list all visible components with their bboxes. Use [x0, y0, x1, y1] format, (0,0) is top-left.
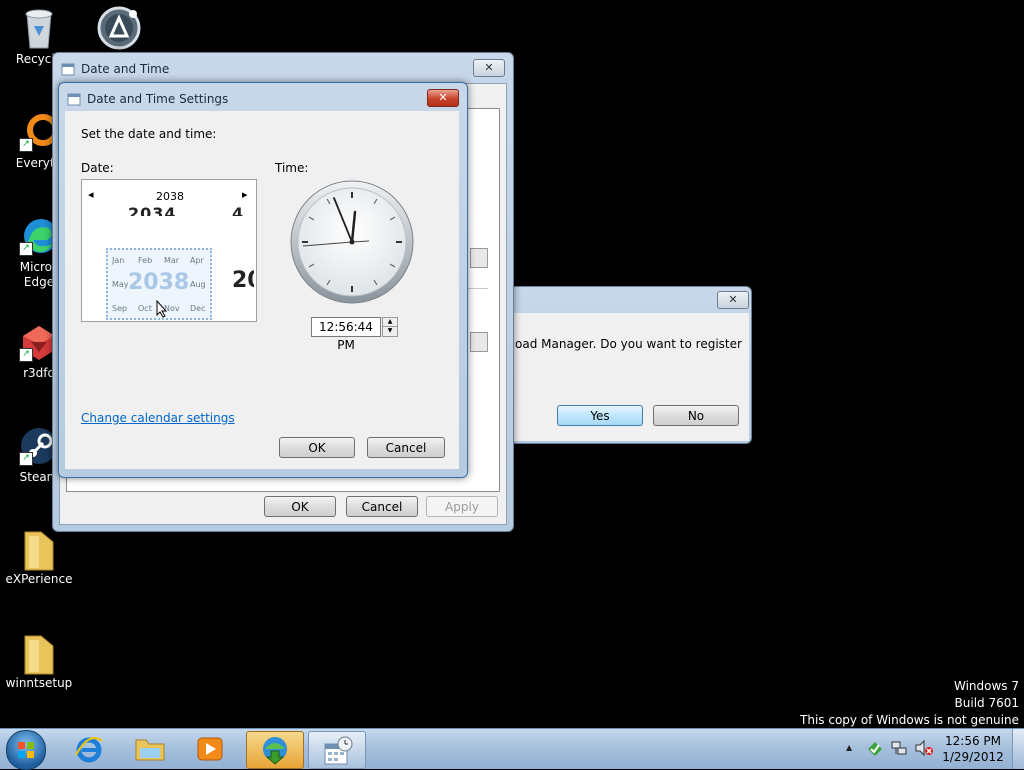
app-logo-icon	[97, 6, 141, 50]
watermark-line-1: Windows 7	[953, 679, 1019, 693]
settings-dialog-title: Date and Time Settings	[87, 92, 229, 106]
month-cell[interactable]: Sep	[112, 304, 127, 313]
popup-message: oad Manager. Do you want to register	[515, 337, 742, 351]
change-calendar-settings-link[interactable]: Change calendar settings	[81, 411, 235, 425]
folder-icon	[19, 632, 59, 675]
yes-button[interactable]: Yes	[557, 405, 643, 426]
taskbar-ie-button[interactable]	[62, 731, 118, 767]
apply-button[interactable]: Apply	[426, 496, 498, 517]
calendar-ghost-fragment: 4	[232, 204, 244, 216]
month-cell[interactable]: Jan	[112, 256, 124, 265]
calendar-zoom-year: 2038	[128, 270, 190, 295]
watermark-line-3: This copy of Windows is not genuine	[800, 713, 1019, 727]
calendar-prev-icon[interactable]: ◂	[88, 188, 94, 201]
settings-dialog-client: Set the date and time: Date: Time: ◂ 203…	[65, 111, 459, 469]
desktop-icon-app[interactable]	[78, 6, 156, 50]
month-cell[interactable]: Dec	[190, 304, 205, 313]
date-time-window-icon	[61, 62, 75, 79]
file-explorer-icon	[134, 736, 166, 765]
popup-close-button[interactable]: ✕	[717, 291, 749, 309]
month-cell[interactable]: Aug	[190, 280, 206, 289]
shortcut-arrow-icon: ↗	[19, 242, 33, 256]
calendar-next-icon[interactable]: ▸	[242, 188, 248, 201]
tray-network-icon[interactable]	[890, 739, 908, 760]
partial-button-2[interactable]	[470, 332, 488, 352]
start-button[interactable]	[6, 730, 46, 770]
ok-button-back[interactable]: OK	[264, 496, 336, 517]
desktop-icon-experience-folder[interactable]: eXPerience	[0, 528, 78, 587]
analog-clock	[289, 179, 415, 308]
cancel-button[interactable]: Cancel	[367, 437, 445, 458]
month-cell[interactable]: Mar	[164, 256, 179, 265]
clock-time: 12:56 PM	[945, 734, 1001, 748]
calendar-ghost-year-right: 20	[232, 268, 254, 293]
time-label: Time:	[275, 161, 309, 175]
recycle-bin-icon	[19, 8, 59, 49]
date-time-window-title: Date and Time	[81, 62, 170, 76]
taskbar-media-player-button[interactable]	[182, 731, 238, 767]
shortcut-arrow-icon: ↗	[19, 348, 33, 362]
genuine-watermark: Windows 7 Build 7601 This copy of Window…	[800, 678, 1019, 729]
settings-dialog-close-button[interactable]: ✕	[427, 89, 459, 107]
time-spinner-down[interactable]: ▼	[382, 326, 398, 337]
date-label: Date:	[81, 161, 114, 175]
cancel-button-back[interactable]: Cancel	[346, 496, 418, 517]
ok-button[interactable]: OK	[279, 437, 355, 458]
tray-security-icon[interactable]	[866, 739, 884, 760]
instruction-text: Set the date and time:	[81, 127, 217, 141]
tray-expand-icon[interactable]: ▲	[846, 743, 852, 752]
desktop-icon-label: winntsetup	[5, 676, 73, 690]
desktop-icon-label: eXPerience	[5, 572, 73, 586]
tray-volume-muted-icon[interactable]	[914, 739, 934, 760]
clock-date: 1/29/2012	[942, 750, 1004, 764]
taskbar-download-manager-button[interactable]	[246, 731, 304, 769]
calendar-control[interactable]: ◂ 2038 ▸ 2034 4 20 2038 Jan Feb Mar Apr …	[81, 179, 257, 322]
calendar-ghost-year-left: 2034	[128, 204, 177, 216]
watermark-line-2: Build 7601	[954, 696, 1019, 710]
media-player-icon	[196, 736, 224, 765]
mouse-cursor-icon	[156, 299, 168, 321]
desktop-icon-winntsetup-folder[interactable]: winntsetup	[0, 632, 78, 691]
taskbar-clock[interactable]: 12:56 PM 1/29/2012	[940, 733, 1006, 765]
taskbar: ▲ 12:56 PM 1/29/2012	[0, 728, 1024, 770]
popup-client-area: oad Manager. Do you want to register Yes…	[513, 313, 749, 441]
shortcut-arrow-icon: ↗	[19, 452, 33, 466]
taskbar-date-time-button[interactable]	[308, 731, 366, 769]
date-time-close-button[interactable]: ✕	[473, 59, 505, 77]
internet-explorer-icon	[74, 735, 104, 766]
download-manager-icon	[259, 735, 291, 768]
register-popup-window: ✕ oad Manager. Do you want to register Y…	[506, 286, 752, 444]
calendar-year-header[interactable]: 2038	[156, 190, 184, 203]
date-time-settings-dialog: Date and Time Settings ✕ Set the date an…	[58, 82, 468, 478]
show-desktop-button[interactable]	[1012, 729, 1024, 769]
taskbar-explorer-button[interactable]	[122, 731, 178, 767]
month-cell[interactable]: Oct	[138, 304, 152, 313]
month-cell[interactable]: Apr	[190, 256, 204, 265]
no-button[interactable]: No	[653, 405, 739, 426]
month-cell[interactable]: Feb	[138, 256, 152, 265]
time-input[interactable]: 12:56:44 PM	[311, 317, 381, 352]
partial-button-1[interactable]	[470, 248, 488, 268]
calendar-clock-icon	[323, 736, 353, 769]
shortcut-arrow-icon: ↗	[19, 138, 33, 152]
settings-dialog-icon	[67, 92, 81, 109]
windows-logo-icon	[17, 741, 35, 762]
folder-icon	[19, 528, 59, 571]
month-cell[interactable]: May	[112, 280, 129, 289]
